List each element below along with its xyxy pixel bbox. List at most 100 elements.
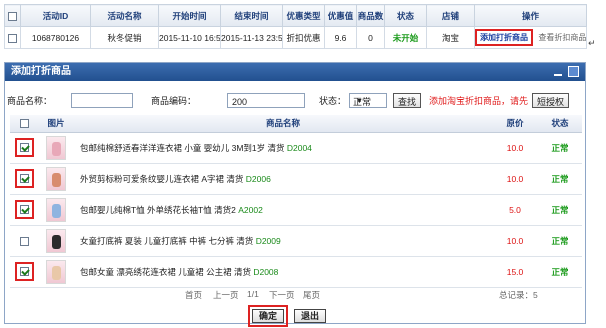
select-all-checkbox[interactable] xyxy=(19,119,29,129)
search-bar: 商品名称： 商品编码： 200 状态： 正常 ▼ 查找 添加淘宝折扣商品，请先 短… xyxy=(5,93,585,109)
item-count: 0 xyxy=(356,26,385,49)
table-row: 1068780126 秋冬促销 2015-11-10 16:50 2015-11… xyxy=(4,26,587,49)
product-price: 15.0 xyxy=(492,256,538,288)
product-name-cell: 女童打底裤 夏装 儿童打底裤 中裤 七分裤 清货 D2009 xyxy=(74,225,492,257)
ok-button-highlight: 确定 xyxy=(248,305,289,327)
dialog-title-bar: 添加打折商品 xyxy=(5,63,585,81)
product-code: D2008 xyxy=(253,266,279,277)
cancel-button[interactable]: 退出 xyxy=(294,309,327,323)
table-row: 外贸剪标粉可爱条纹婴儿连衣裙 A字裙 清货 D2006 10.0 正常 xyxy=(10,163,582,195)
product-name: 包邮女童 漂亮绣花连衣裙 儿童裙 公主裙 清货 xyxy=(80,266,251,277)
product-list: 包邮纯棉舒适春洋洋连衣裙 小童 婴幼儿 3M到1岁 清货 D2004 10.0 正常… xyxy=(10,132,582,288)
chevron-down-icon: ▼ xyxy=(356,98,363,105)
product-price: 10.0 xyxy=(492,163,538,195)
product-status: 正常 xyxy=(538,132,582,164)
actions-cell: 添加打折商品 查看折扣商品 xyxy=(474,26,587,49)
product-thumbnail xyxy=(46,228,66,253)
row-select-cell xyxy=(10,256,38,288)
col-discount-type: 优惠类型 xyxy=(282,4,325,27)
product-status: 正常 xyxy=(538,194,582,226)
product-name-cell: 外贸剪标粉可爱条纹婴儿连衣裙 A字裙 清货 D2006 xyxy=(74,163,492,195)
col-end-time: 结束时间 xyxy=(220,4,283,27)
row-thumb-cell xyxy=(38,132,74,164)
discount-type: 折扣优惠 xyxy=(282,26,325,49)
promotion-table-header: 活动ID 活动名称 开始时间 结束时间 优惠类型 优惠值 商品数 状态 店铺 操… xyxy=(4,4,587,27)
product-code: D2009 xyxy=(255,235,281,246)
product-thumbnail xyxy=(46,259,66,284)
minimize-icon[interactable] xyxy=(553,66,563,78)
page-indicator: 1/1 xyxy=(247,289,259,299)
col-status: 状态 xyxy=(384,4,427,27)
dialog-title: 添加打折商品 xyxy=(11,66,71,77)
dialog-buttons: 确定 退出 xyxy=(248,305,327,327)
view-discount-items-link[interactable]: 查看折扣商品 xyxy=(538,33,585,42)
product-status: 正常 xyxy=(538,225,582,257)
product-price: 5.0 xyxy=(492,194,538,226)
product-name-cell: 包邮女童 漂亮绣花连衣裙 儿童裙 公主裙 清货 D2008 xyxy=(74,256,492,288)
row-checkbox[interactable] xyxy=(19,143,29,152)
end-time: 2015-11-13 23:59 xyxy=(220,26,283,49)
select-all-header xyxy=(4,4,21,27)
col-status: 状态 xyxy=(538,115,582,133)
row-checkbox[interactable] xyxy=(19,236,29,246)
product-status: 正常 xyxy=(538,163,582,195)
col-product-name: 商品名称 xyxy=(74,115,492,133)
cancel-button-wrap: 退出 xyxy=(294,305,327,327)
product-name-cell: 包邮婴儿纯棉T恤 外单绣花长袖T恤 清货2 A2002 xyxy=(74,194,492,226)
promotion-table: 活动ID 活动名称 开始时间 结束时间 优惠类型 优惠值 商品数 状态 店铺 操… xyxy=(4,4,587,49)
product-price: 10.0 xyxy=(492,132,538,164)
maximize-icon[interactable] xyxy=(568,66,579,77)
prev-page-link[interactable]: 上一页 xyxy=(213,289,239,301)
product-thumbnail xyxy=(46,166,66,191)
checkbox-highlight xyxy=(14,200,34,219)
col-item-count: 商品数 xyxy=(356,4,385,27)
add-discount-items-button[interactable]: 添加打折商品 xyxy=(475,29,533,46)
add-discount-items-dialog: 添加打折商品 商品名称： 商品编码： 200 状态： 正常 ▼ 查找 添加淘宝折扣… xyxy=(4,62,586,327)
row-thumb-cell xyxy=(38,225,74,257)
product-price: 10.0 xyxy=(492,225,538,257)
row-select-cell xyxy=(10,132,38,164)
item-code-label: 商品编码： xyxy=(151,96,197,106)
product-code: D2006 xyxy=(245,173,271,184)
product-thumbnail xyxy=(46,197,66,222)
return-mark: ↵ xyxy=(588,38,596,48)
auth-button[interactable]: 短授权 xyxy=(532,93,570,108)
row-checkbox[interactable] xyxy=(19,267,29,276)
row-checkbox[interactable] xyxy=(19,174,29,183)
select-all-checkbox[interactable] xyxy=(8,11,17,21)
col-discount-value: 优惠值 xyxy=(324,4,357,27)
last-page-link[interactable]: 尾页 xyxy=(303,289,320,301)
checkbox-highlight xyxy=(14,169,34,188)
ok-button[interactable]: 确定 xyxy=(252,309,285,323)
activity-id: 1068780126 xyxy=(20,26,91,49)
col-actions: 操作 xyxy=(474,4,587,27)
product-name: 包邮婴儿纯棉T恤 外单绣花长袖T恤 清货2 xyxy=(80,204,236,215)
taobao-auth-hint: 添加淘宝折扣商品，请先 xyxy=(429,96,529,106)
col-start-time: 开始时间 xyxy=(158,4,221,27)
activity-status: 未开始 xyxy=(384,26,427,49)
product-name-cell: 包邮纯棉舒适春洋洋连衣裙 小童 婴幼儿 3M到1岁 清货 D2004 xyxy=(74,132,492,164)
table-row: 包邮纯棉舒适春洋洋连衣裙 小童 婴幼儿 3M到1岁 清货 D2004 10.0 正常 xyxy=(10,132,582,164)
next-page-link[interactable]: 下一页 xyxy=(269,289,295,301)
product-thumbnail xyxy=(46,135,66,160)
checkbox-highlight xyxy=(14,262,34,281)
item-code-input[interactable]: 200 xyxy=(227,93,305,108)
product-code: D2004 xyxy=(286,142,312,153)
status-select[interactable]: 正常 ▼ xyxy=(349,93,387,108)
activity-name: 秋冬促销 xyxy=(90,26,159,49)
product-name: 包邮纯棉舒适春洋洋连衣裙 小童 婴幼儿 3M到1岁 清货 xyxy=(80,142,285,153)
item-name-input[interactable] xyxy=(71,93,133,108)
row-checkbox[interactable] xyxy=(8,33,17,43)
product-table: 图片 商品名称 原价 状态 包邮纯棉舒适春洋洋连衣裙 小童 婴幼儿 3M到1岁 … xyxy=(10,115,582,288)
search-button[interactable]: 查找 xyxy=(393,93,422,108)
first-page-link[interactable]: 首页 xyxy=(185,289,202,301)
row-select-cell xyxy=(10,163,38,195)
row-thumb-cell xyxy=(38,163,74,195)
table-row: 女童打底裤 夏装 儿童打底裤 中裤 七分裤 清货 D2009 10.0 正常 xyxy=(10,225,582,257)
col-price: 原价 xyxy=(492,115,538,133)
product-table-header: 图片 商品名称 原价 状态 xyxy=(10,115,582,133)
row-checkbox[interactable] xyxy=(19,205,29,214)
status-label: 状态： xyxy=(319,96,347,106)
product-code: A2002 xyxy=(238,204,263,215)
col-activity-name: 活动名称 xyxy=(90,4,159,27)
